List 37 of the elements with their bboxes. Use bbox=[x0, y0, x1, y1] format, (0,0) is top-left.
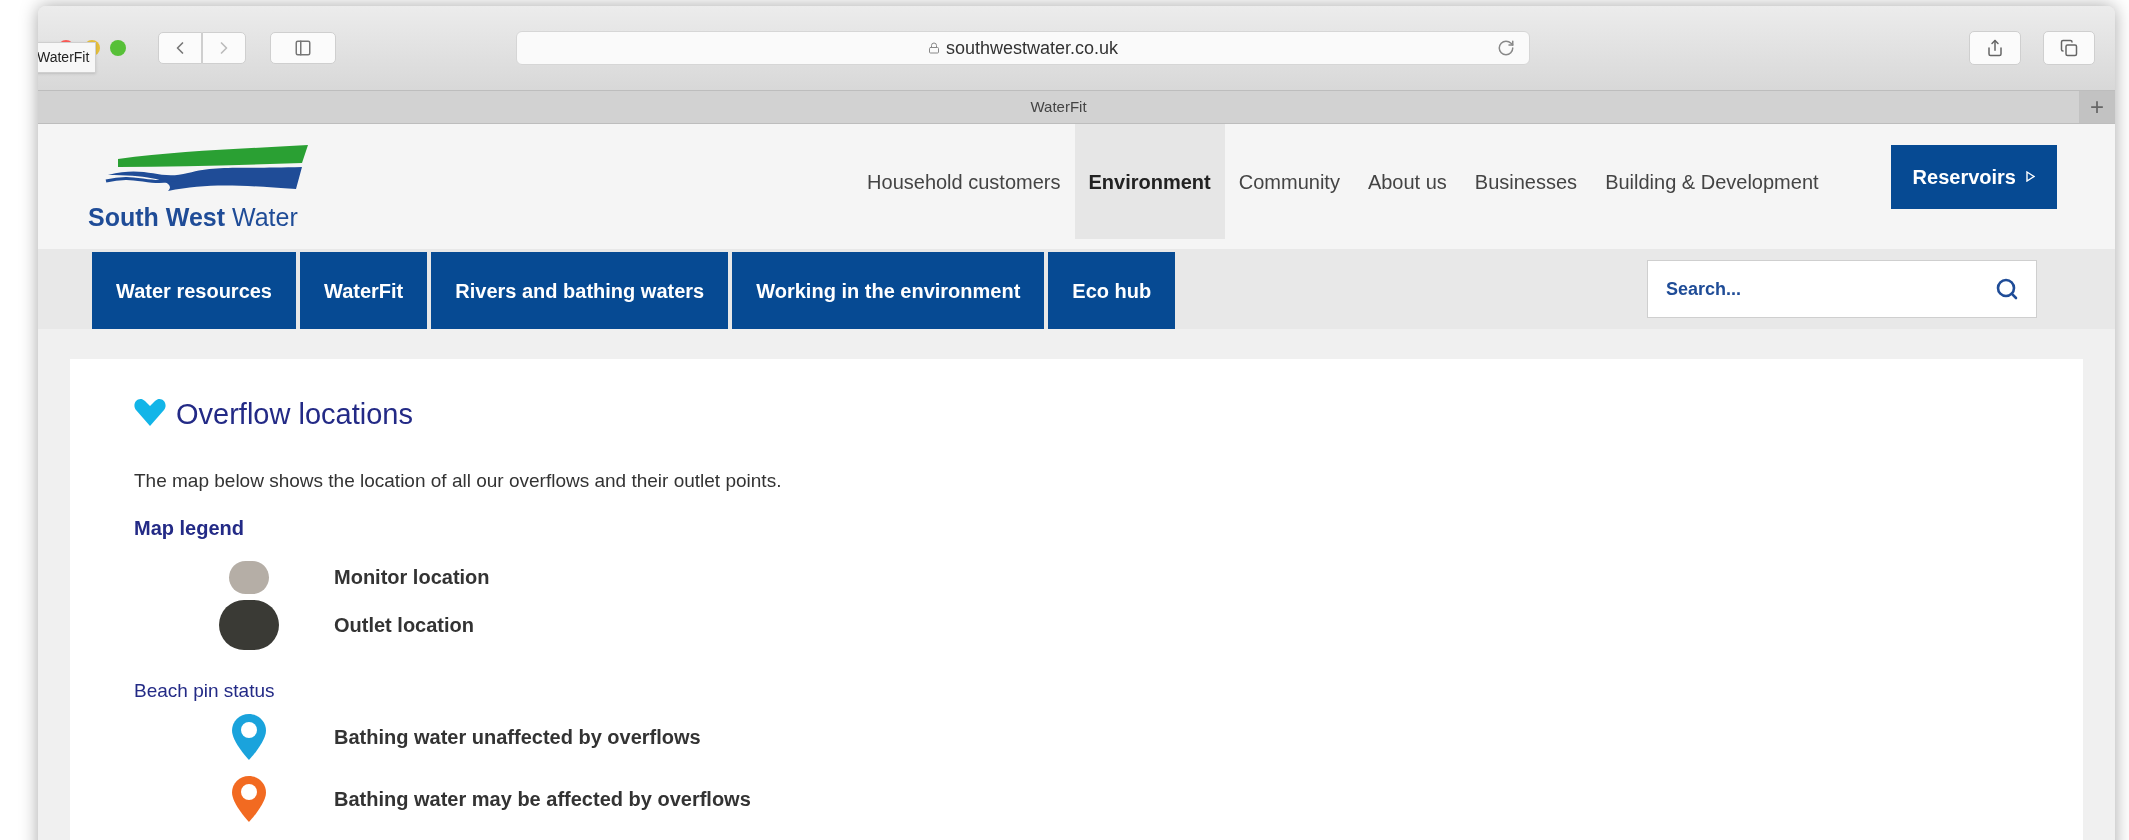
legend-label: Outlet location bbox=[334, 613, 474, 638]
nav-link[interactable]: Household customers bbox=[853, 124, 1075, 239]
subnav-tab[interactable]: Rivers and bathing waters bbox=[431, 252, 729, 329]
nav-link[interactable]: Building & Development bbox=[1591, 124, 1833, 239]
url-text: southwestwater.co.uk bbox=[945, 36, 1119, 60]
nav-link[interactable]: Environment bbox=[1074, 124, 1225, 239]
tabs-icon bbox=[2060, 39, 2078, 57]
reservoirs-button[interactable]: Reservoirs bbox=[1890, 144, 2057, 209]
subnav-tab[interactable]: Water resources bbox=[92, 252, 296, 329]
browser-tab[interactable]: WaterFit bbox=[38, 91, 2079, 123]
tabs-button[interactable] bbox=[2043, 31, 2095, 65]
reload-icon[interactable] bbox=[1497, 39, 1515, 57]
logo-text: South West Water bbox=[88, 201, 299, 233]
nav-link[interactable]: About us bbox=[1353, 124, 1461, 239]
share-icon bbox=[1986, 39, 2004, 57]
play-icon bbox=[2026, 171, 2035, 182]
subnav-tab[interactable]: Working in the environment bbox=[732, 252, 1045, 329]
search-icon[interactable] bbox=[1995, 277, 2019, 301]
subnav-tab[interactable]: WaterFit bbox=[300, 252, 428, 329]
legend-label: Monitor location bbox=[334, 565, 490, 590]
pin-status-heading: Beach pin status bbox=[134, 679, 276, 703]
section-title: Overflow locations bbox=[176, 397, 413, 432]
lock-icon bbox=[927, 42, 940, 54]
maximize-window-icon[interactable] bbox=[110, 40, 126, 56]
sidebar-icon bbox=[294, 39, 312, 57]
nav-link[interactable]: Community bbox=[1224, 124, 1354, 239]
search-field[interactable]: Search... bbox=[1647, 260, 2037, 318]
legend-heading: Map legend bbox=[134, 516, 245, 541]
nav-link[interactable]: Businesses bbox=[1460, 124, 1592, 239]
subnav-tab[interactable]: Eco hub bbox=[1048, 252, 1176, 329]
sidebar-button[interactable] bbox=[270, 32, 336, 64]
address-bar[interactable]: southwestwater.co.uk bbox=[516, 31, 1530, 65]
share-button[interactable] bbox=[1969, 31, 2021, 65]
heart-icon bbox=[134, 397, 166, 426]
legend-label: Bathing water may be affected by overflows bbox=[334, 786, 751, 812]
intro-text: The map below shows the location of all our overflows and their outlet points. bbox=[134, 468, 783, 493]
legend-label: Bathing water unaffected by overflows bbox=[334, 724, 701, 750]
